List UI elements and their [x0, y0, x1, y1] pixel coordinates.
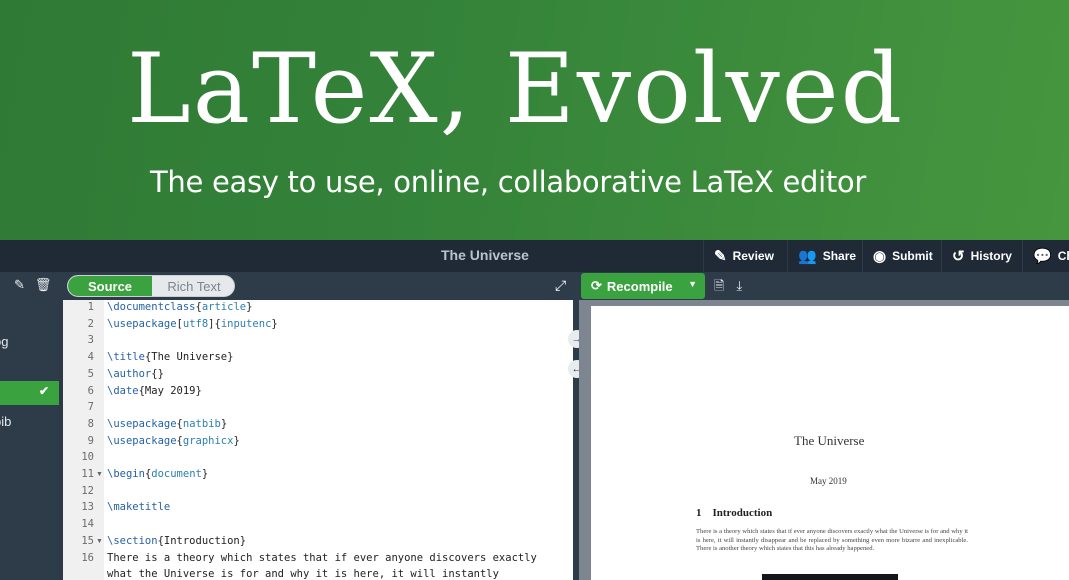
- file-tree-item-label: og: [0, 334, 9, 349]
- pencil-icon[interactable]: ✎: [14, 277, 25, 292]
- line-number: 4: [87, 351, 94, 364]
- share-button[interactable]: 👥 Share: [787, 240, 866, 272]
- chat-icon: 💬: [1033, 248, 1052, 265]
- chevron-down-icon[interactable]: ✔: [39, 384, 49, 398]
- file-tree-item-label: bib: [0, 414, 12, 429]
- source-mode-button[interactable]: Source: [68, 276, 152, 296]
- history-label: History: [970, 249, 1012, 263]
- line-number: [63, 566, 94, 580]
- document-title: The Universe: [441, 247, 529, 263]
- line-number: 14: [81, 518, 94, 531]
- history-icon: ↺: [952, 248, 965, 265]
- code-line[interactable]: \usepackage{graphicx}: [107, 433, 240, 450]
- file-tree-item-selected[interactable]: ✔: [0, 381, 59, 405]
- users-icon: 👥: [798, 248, 817, 265]
- pdf-section-heading: 1 Introduction: [696, 507, 772, 519]
- line-number: 1: [87, 301, 94, 313]
- code-line[interactable]: \section{Introduction}: [107, 533, 246, 550]
- line-number: 2: [87, 317, 94, 330]
- code-line[interactable]: \title{The Universe}: [107, 349, 233, 366]
- code-line[interactable]: \author{}: [107, 366, 164, 383]
- download-icon[interactable]: ⤓: [736, 278, 742, 293]
- recompile-button[interactable]: ⟳ Recompile ▼: [581, 273, 705, 299]
- line-number: 3: [87, 334, 94, 347]
- line-number: 11: [81, 468, 94, 480]
- line-number: 16: [81, 551, 94, 564]
- rich-text-mode-button[interactable]: Rich Text: [152, 276, 234, 296]
- refresh-icon: ⟳: [591, 278, 602, 293]
- pdf-date: May 2019: [810, 476, 847, 486]
- code-line[interactable]: \usepackage{natbib}: [107, 416, 227, 433]
- pdf-body-text: There is a theory which states that if e…: [696, 528, 968, 553]
- history-button[interactable]: ↺ History: [941, 240, 1022, 272]
- document-icon[interactable]: 🗎: [714, 278, 724, 293]
- hero-subtitle: The easy to use, online, collaborative L…: [150, 165, 867, 199]
- file-tree-item[interactable]: bib: [0, 410, 59, 434]
- share-label: Share: [822, 249, 857, 263]
- code-line[interactable]: There is a theory which states that if e…: [107, 550, 537, 567]
- chevron-down-icon[interactable]: ▼: [688, 279, 697, 289]
- chat-button[interactable]: 💬 Ch: [1022, 240, 1069, 272]
- review-label: Review: [732, 249, 774, 263]
- recompile-label: Recompile: [606, 278, 673, 294]
- line-number: 5: [87, 367, 94, 380]
- review-button[interactable]: ✎ Review: [703, 240, 784, 272]
- pdf-title: The Universe: [794, 433, 865, 448]
- line-number: 6: [87, 384, 94, 397]
- file-tree-item[interactable]: og: [0, 330, 59, 354]
- resize-handle[interactable]: ⋮: [59, 438, 69, 456]
- hero-banner: LaTeX, Evolved The easy to use, online, …: [0, 0, 1069, 240]
- editor-toolbar: The Universe ✎ Review 👥 Share ◉ Submit ↺…: [0, 240, 1069, 272]
- submit-label: Submit: [892, 249, 933, 263]
- fold-toggle-icon[interactable]: ▼: [96, 471, 103, 478]
- line-number: 10: [81, 451, 94, 464]
- trash-icon[interactable]: 🗑: [35, 277, 52, 292]
- code-line[interactable]: \usepackage[utf8]{inputenc}: [107, 316, 278, 333]
- line-number: 12: [81, 484, 94, 497]
- chat-label: Ch: [1057, 249, 1069, 263]
- file-tree-tools: ✎ 🗑: [14, 277, 61, 293]
- line-number: 7: [87, 401, 94, 414]
- code-line[interactable]: \begin{document}: [107, 466, 208, 483]
- pdf-section-number: 1: [696, 507, 702, 519]
- code-line[interactable]: \maketitle: [107, 499, 170, 516]
- code-line[interactable]: \date{May 2019}: [107, 383, 202, 400]
- expand-icon[interactable]: ⤢: [555, 277, 566, 294]
- line-number: 9: [87, 434, 94, 447]
- globe-icon: ◉: [873, 248, 887, 265]
- pdf-figure: [762, 574, 898, 580]
- hero-title: LaTeX, Evolved: [127, 33, 905, 145]
- submit-button[interactable]: ◉ Submit: [862, 240, 943, 272]
- code-line[interactable]: what the Universe is for and why it is h…: [107, 566, 499, 580]
- code-line[interactable]: \documentclass{article}: [107, 299, 252, 316]
- editor-mode-toggle[interactable]: Source Rich Text: [67, 275, 235, 297]
- line-number: 13: [81, 501, 94, 514]
- review-icon: ✎: [714, 248, 727, 265]
- line-number: 15: [81, 534, 94, 547]
- resize-handle[interactable]: ⋮: [575, 438, 585, 456]
- line-number: 8: [87, 417, 94, 430]
- pdf-section-title: Introduction: [712, 507, 773, 519]
- pdf-tools: 🗎 ⤓: [714, 277, 754, 299]
- fold-toggle-icon[interactable]: ▼: [96, 538, 103, 545]
